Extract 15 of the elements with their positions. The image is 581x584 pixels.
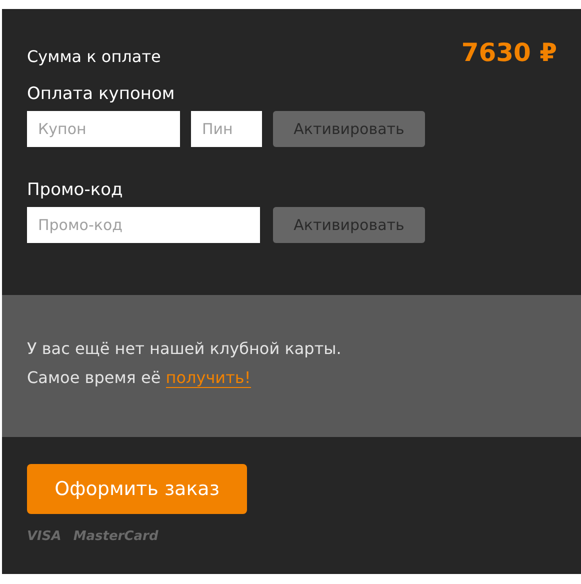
club-card-text: У вас ещё нет нашей клубной карты. — [27, 339, 342, 358]
input-field[interactable]: Купон — [27, 111, 180, 147]
input-field[interactable]: Промо-код — [27, 207, 260, 243]
club-card-text: Самое время её — [27, 368, 161, 387]
order-button[interactable]: Оформить заказ — [27, 464, 247, 514]
activate-button[interactable]: Активировать — [273, 207, 425, 243]
get-card-link[interactable]: получить! — [166, 368, 251, 388]
payment-logo: MasterCard — [73, 529, 158, 544]
activate-button[interactable]: Активировать — [273, 111, 425, 147]
total-amount: 7630 ₽ — [461, 38, 557, 66]
section-heading: Промо-код — [27, 180, 124, 202]
section-heading: Оплата купоном — [27, 84, 176, 106]
total-label: Сумма к оплате — [27, 46, 161, 66]
input-field[interactable]: Пин — [191, 111, 262, 147]
payment-logo: VISA — [27, 529, 62, 544]
